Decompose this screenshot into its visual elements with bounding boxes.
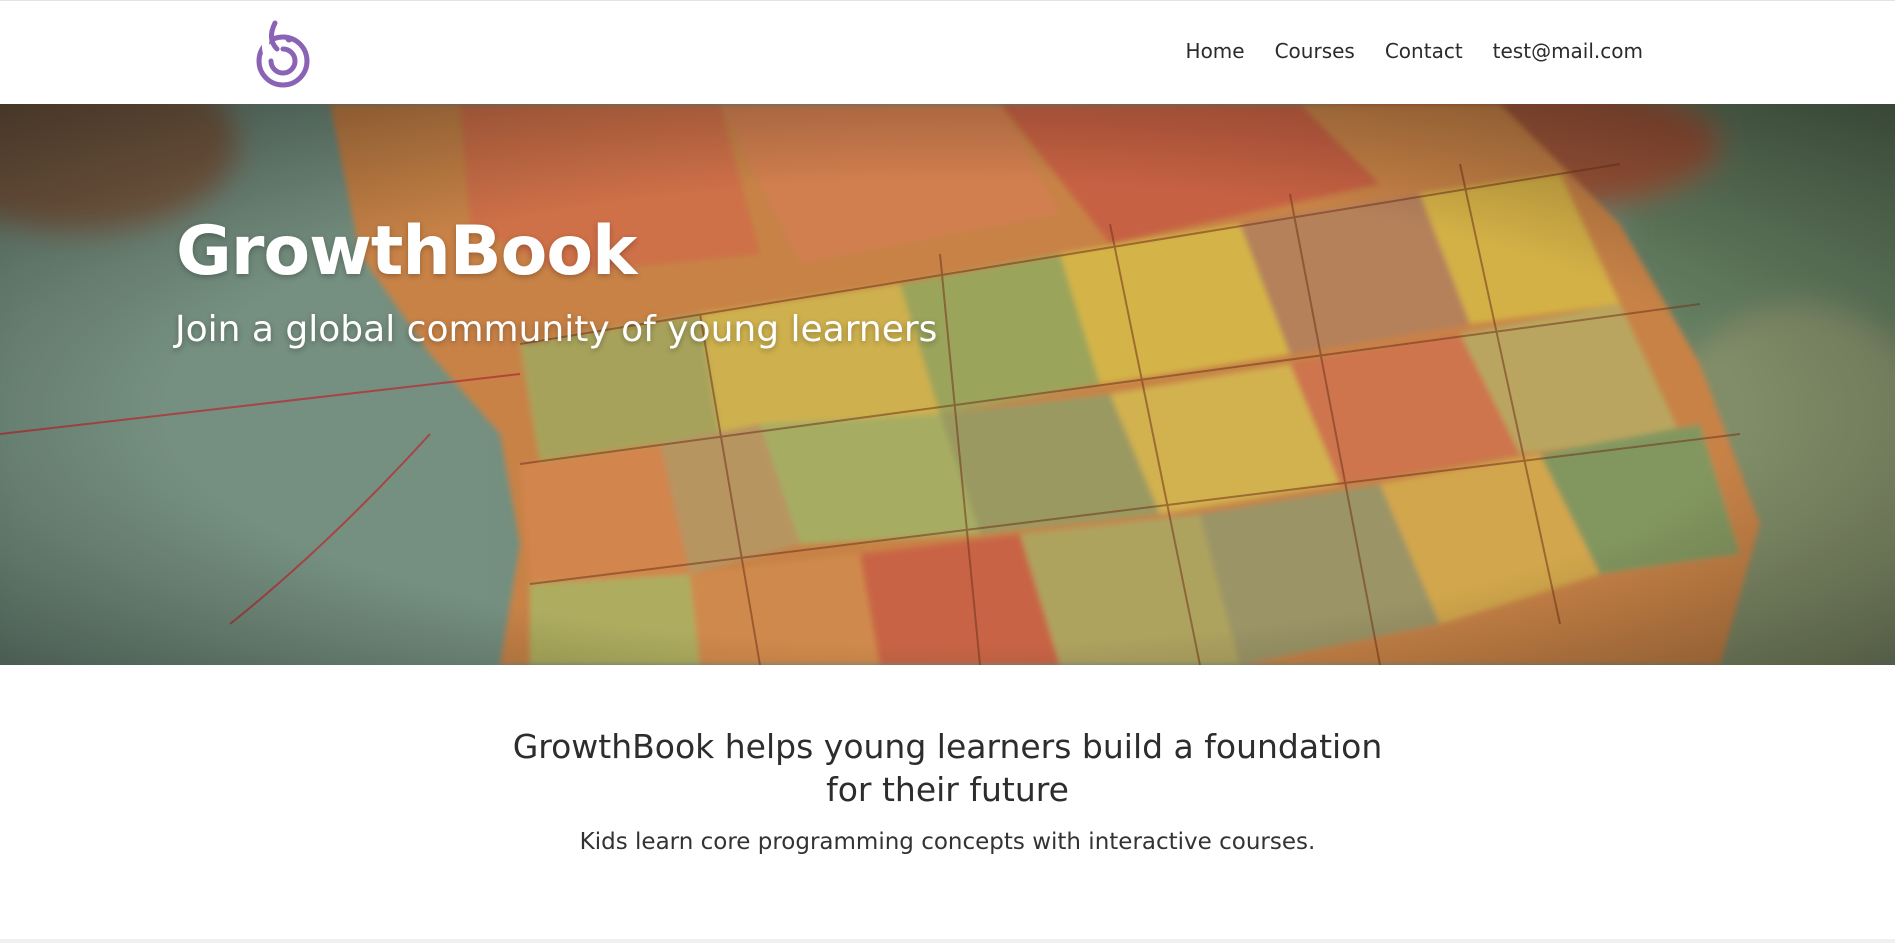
intro-heading: GrowthBook helps young learners build a … xyxy=(512,727,1383,809)
page-divider xyxy=(0,939,1895,943)
hero-title: GrowthBook xyxy=(176,212,637,291)
main-nav: Home Courses Contact test@mail.com xyxy=(1171,39,1643,63)
nav-courses[interactable]: Courses xyxy=(1260,39,1370,63)
nav-user-email[interactable]: test@mail.com xyxy=(1478,39,1643,63)
globe-map-image xyxy=(0,104,1895,665)
nav-home[interactable]: Home xyxy=(1171,39,1260,63)
intro-text: Kids learn core programming concepts wit… xyxy=(579,829,1316,855)
site-header: Home Courses Contact test@mail.com xyxy=(0,0,1895,104)
hero-subtitle: Join a global community of young learner… xyxy=(175,309,938,350)
growthbook-logo-icon[interactable] xyxy=(253,19,313,89)
nav-contact[interactable]: Contact xyxy=(1370,39,1478,63)
hero-banner: GrowthBook Join a global community of yo… xyxy=(0,104,1895,665)
intro-section: GrowthBook helps young learners build a … xyxy=(0,665,1895,855)
